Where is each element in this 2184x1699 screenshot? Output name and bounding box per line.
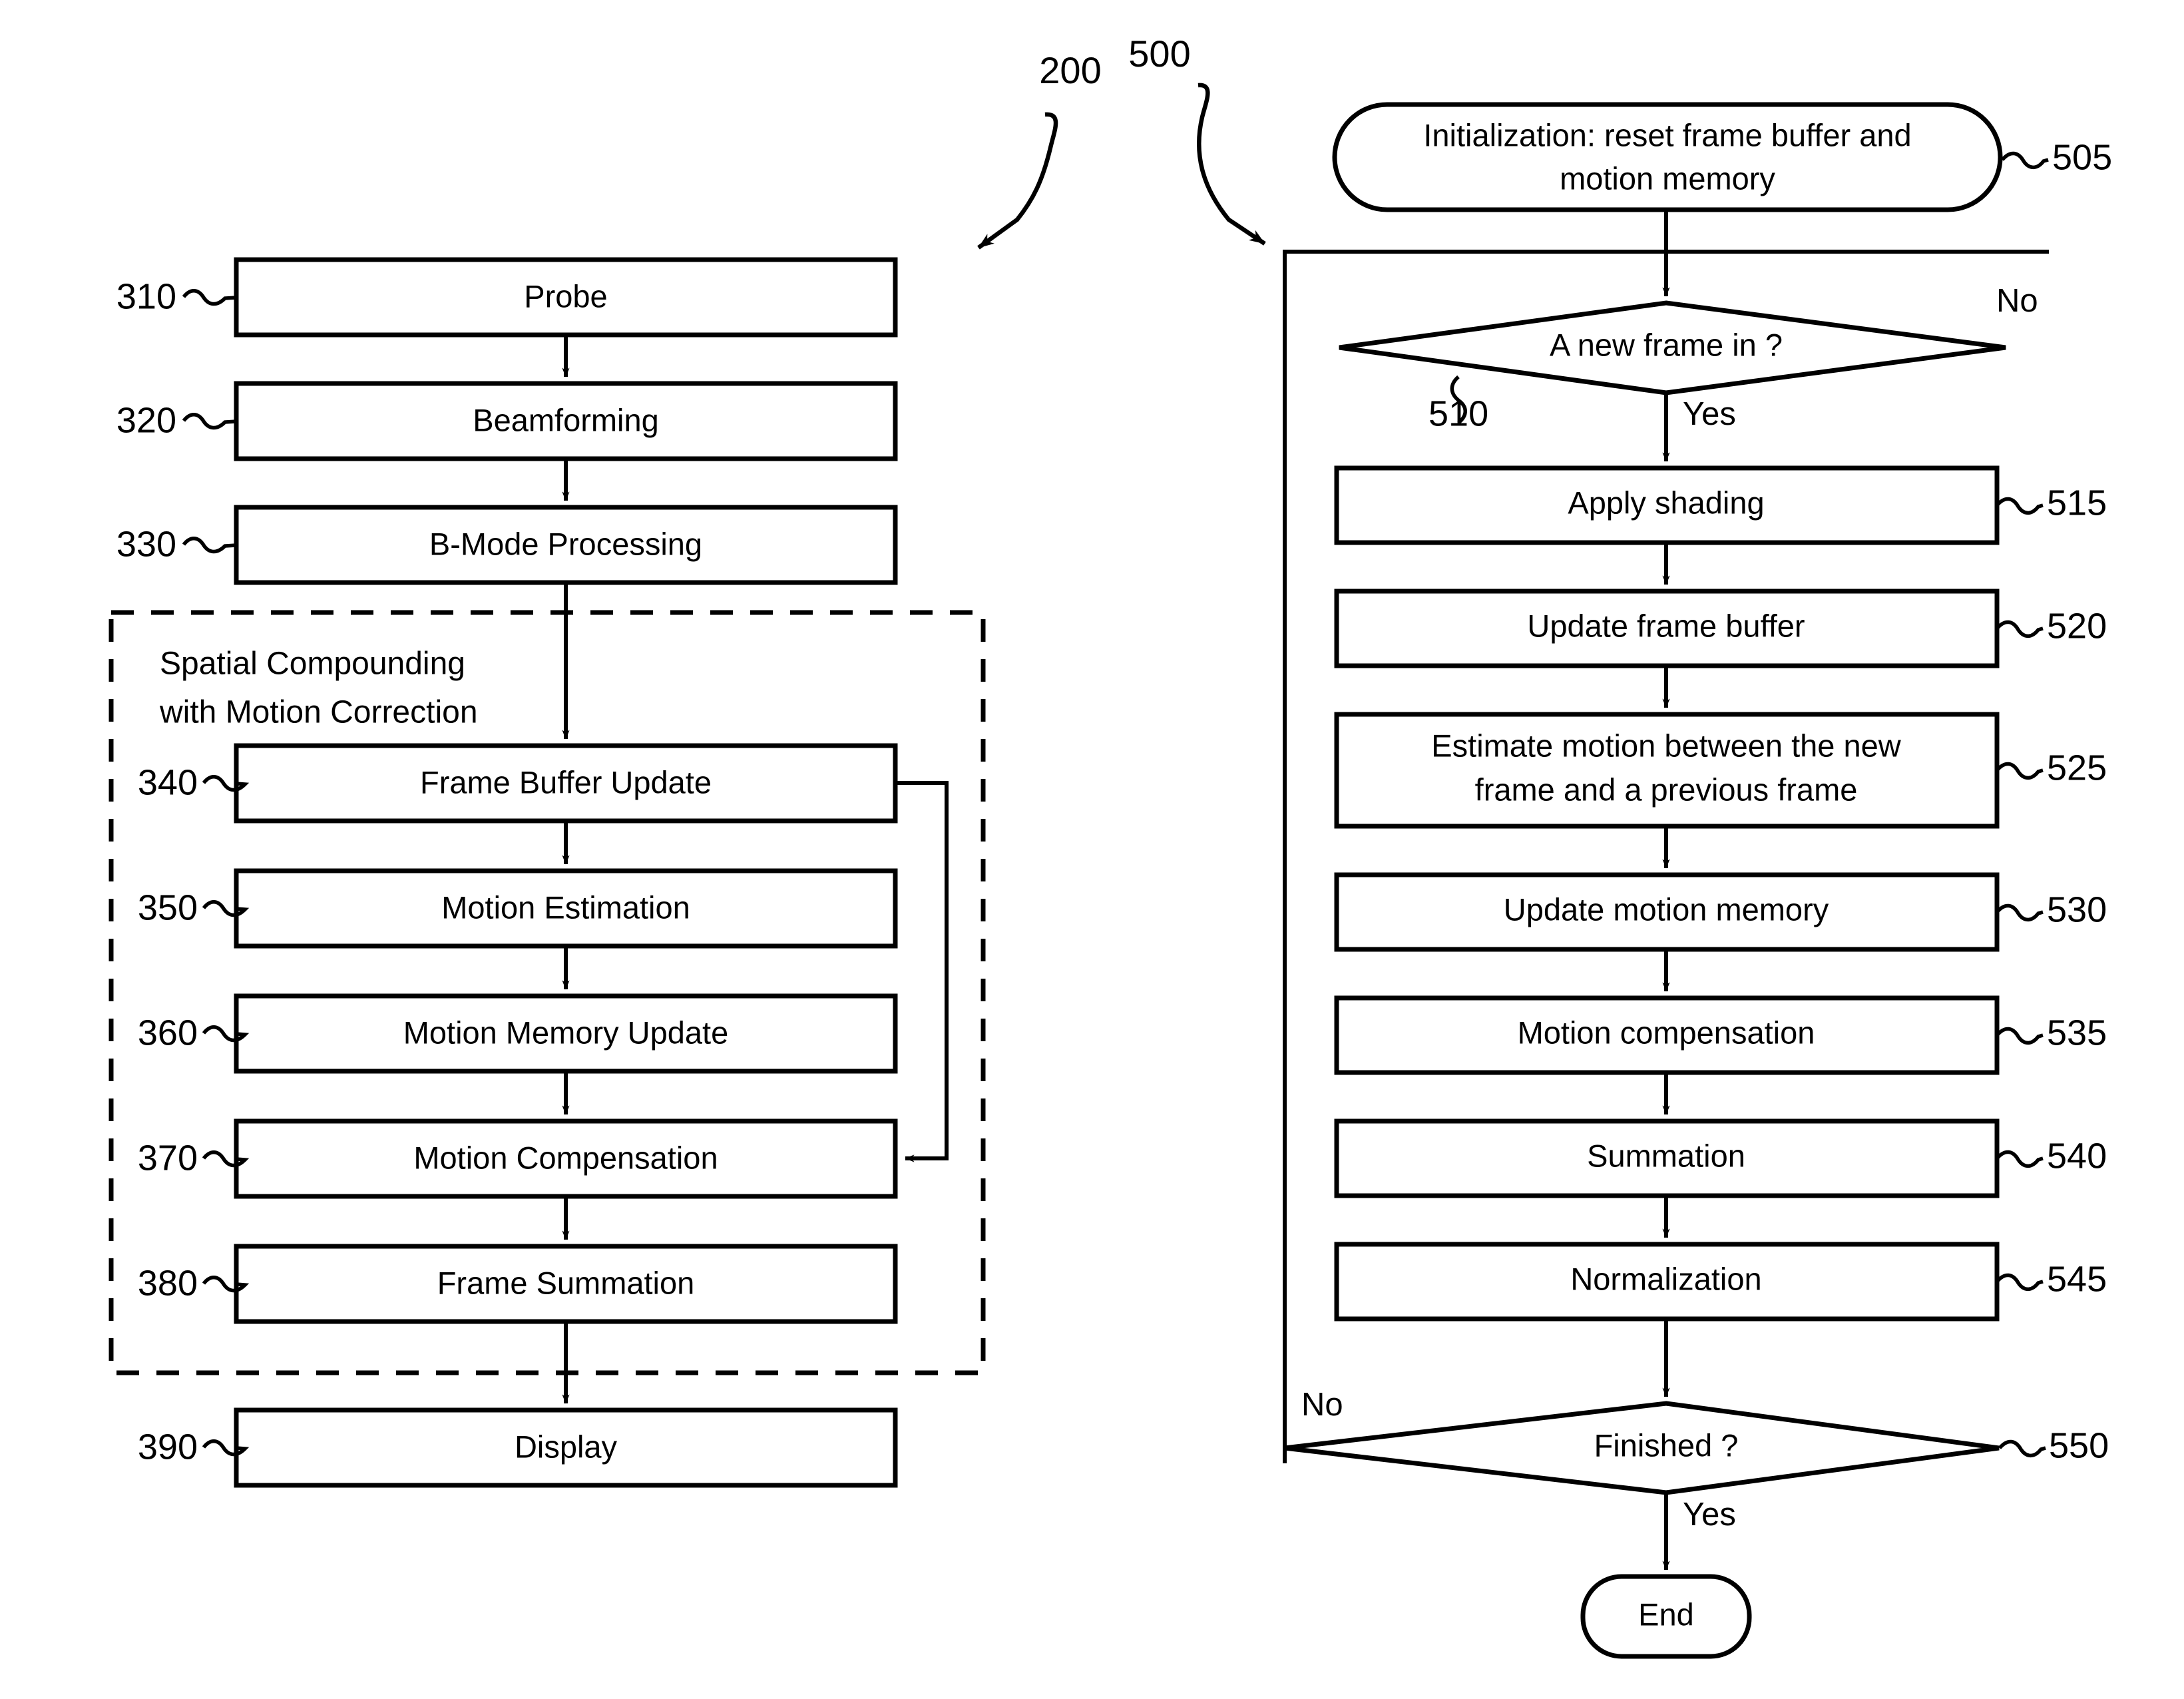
right-label-estimate-motion-line2: frame and a previous frame (1475, 772, 1858, 807)
left-ref-330: 330 (116, 524, 176, 564)
left-ref-370: 370 (138, 1138, 198, 1178)
right-ref-510: 510 (1428, 393, 1488, 433)
left-ref-390: 390 (138, 1427, 198, 1467)
left-label-bmode-processing: B-Mode Processing (429, 526, 702, 561)
right-ref-530: 530 (2047, 889, 2107, 929)
lead-curve-200 (977, 112, 1058, 250)
left-ref-350: 350 (138, 887, 198, 927)
right-label-end: End (1638, 1596, 1694, 1632)
right-label-initialization-line2: motion memory (1560, 160, 1775, 196)
spatial-compounding-group-title-line2: with Motion Correction (159, 695, 478, 730)
right-ref-515: 515 (2047, 483, 2107, 523)
right-label-motion-compensation: Motion compensation (1518, 1015, 1815, 1050)
left-ref-310: 310 (116, 276, 176, 316)
left-ref-320: 320 (116, 400, 176, 440)
figure-ref-200: 200 (1039, 49, 1101, 91)
right-label-estimate-motion-line1: Estimate motion between the new (1431, 728, 1901, 763)
left-label-motion-estimation: Motion Estimation (441, 889, 690, 925)
left-label-frame-summation: Frame Summation (437, 1265, 695, 1300)
right-ref-525: 525 (2047, 748, 2107, 788)
right-label-update-frame-buffer: Update frame buffer (1527, 608, 1805, 643)
left-label-beamforming: Beamforming (473, 402, 659, 437)
right-ref-520: 520 (2047, 606, 2107, 646)
edge-label-finished-yes: Yes (1683, 1497, 1736, 1533)
lead-curve-500 (1197, 83, 1266, 246)
patent-flowchart-figure: 200 500 Spatial Compounding with Motion … (0, 0, 2184, 1699)
left-label-motion-memory-update: Motion Memory Update (403, 1015, 728, 1050)
figure-canvas: 200 500 Spatial Compounding with Motion … (109, 33, 2112, 1659)
edge-label-finished-no: No (1301, 1387, 1343, 1423)
feedback-loop-fbu-to-mc (895, 781, 949, 1162)
right-label-summation: Summation (1587, 1138, 1745, 1173)
right-ref-540: 540 (2047, 1136, 2107, 1176)
right-ref-535: 535 (2047, 1013, 2107, 1053)
left-label-display: Display (515, 1429, 618, 1464)
left-label-frame-buffer-update: Frame Buffer Update (420, 764, 712, 800)
spatial-compounding-group-title-line1: Spatial Compounding (160, 646, 465, 682)
edge-label-new-frame-no: No (1996, 283, 2038, 319)
right-label-initialization-line1: Initialization: reset frame buffer and (1423, 117, 1911, 152)
right-label-finished-decision: Finished ? (1594, 1427, 1739, 1463)
left-ref-360: 360 (138, 1013, 198, 1053)
left-ref-380: 380 (138, 1263, 198, 1303)
right-label-new-frame-decision: A new frame in ? (1550, 327, 1783, 362)
right-ref-545: 545 (2047, 1259, 2107, 1299)
edge-label-new-frame-yes: Yes (1683, 396, 1736, 432)
left-ref-340: 340 (138, 762, 198, 802)
right-ref-550: 550 (2049, 1425, 2109, 1465)
right-ref-505: 505 (2052, 137, 2112, 177)
figure-ref-500: 500 (1128, 33, 1190, 75)
left-label-probe: Probe (524, 278, 607, 314)
right-label-normalization: Normalization (1570, 1261, 1761, 1296)
right-label-apply-shading: Apply shading (1568, 485, 1764, 520)
left-label-motion-compensation: Motion Compensation (413, 1140, 718, 1175)
right-label-update-motion-memory: Update motion memory (1504, 891, 1829, 927)
